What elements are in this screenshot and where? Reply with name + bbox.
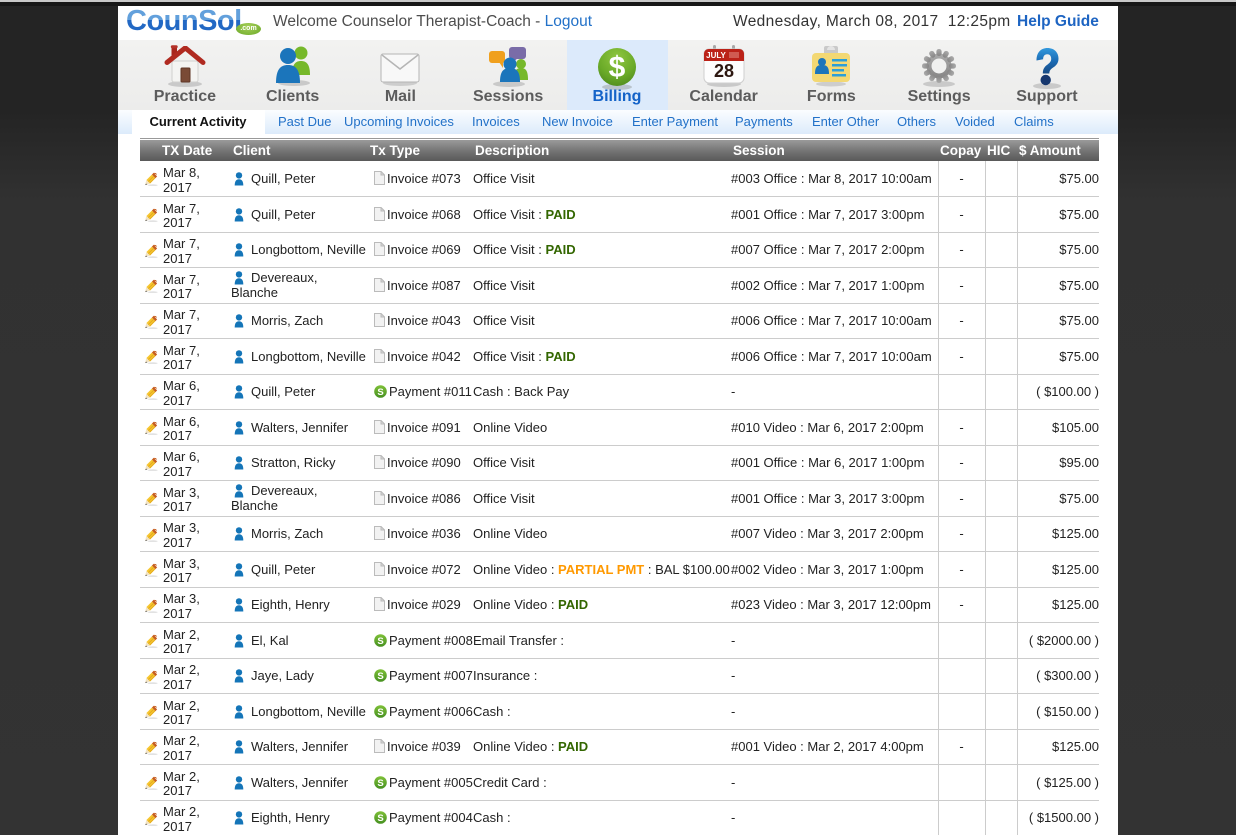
svg-text:28: 28 <box>714 61 734 81</box>
svg-text:$: $ <box>609 51 626 84</box>
svg-text:JULY: JULY <box>706 51 726 60</box>
